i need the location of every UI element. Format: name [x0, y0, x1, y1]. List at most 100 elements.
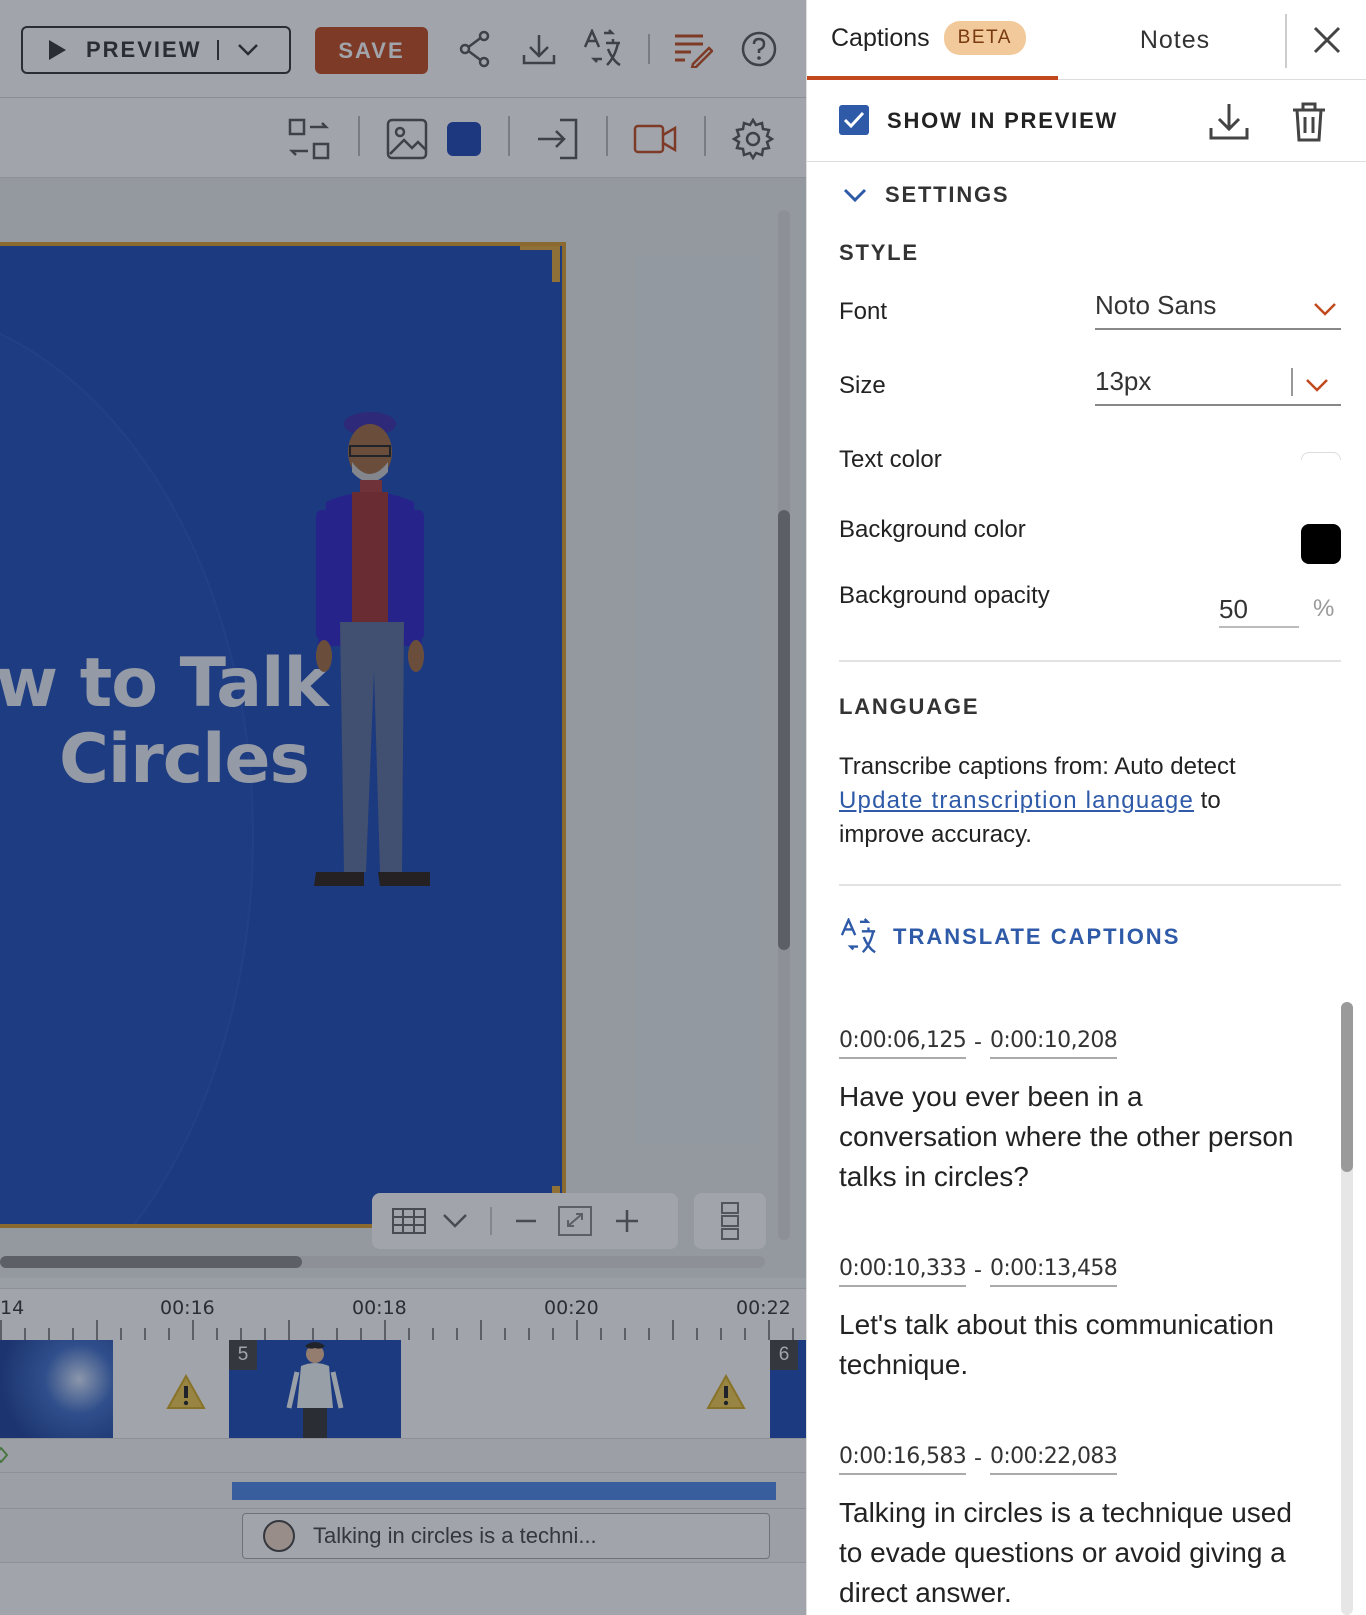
close-button[interactable]	[1305, 18, 1349, 62]
captions-panel: Captions BETA Notes SHOW IN PREVIEW SETT…	[806, 0, 1366, 1615]
download-captions-button[interactable]	[1207, 100, 1251, 144]
show-in-preview-checkbox[interactable]	[839, 105, 869, 135]
caption-text[interactable]: Have you ever been in a conversation whe…	[839, 1077, 1309, 1197]
text-color-swatch[interactable]	[1301, 452, 1341, 460]
scrollbar-thumb[interactable]	[0, 1256, 302, 1268]
tab-notes[interactable]: Notes	[1058, 0, 1292, 80]
swap-layout-icon[interactable]	[286, 116, 332, 162]
ruler-tick	[384, 1320, 386, 1340]
fit-to-screen-icon[interactable]	[558, 1206, 592, 1236]
ruler-tick	[360, 1328, 362, 1340]
chevron-down-icon[interactable]	[442, 1213, 468, 1229]
slide-canvas[interactable]: w to Talk i Circles	[0, 242, 566, 1228]
download-icon	[1209, 104, 1249, 140]
caption-end-time[interactable]: 0:00:13,458	[989, 1256, 1118, 1287]
caption-start-time[interactable]: 0:00:16,583	[839, 1444, 967, 1475]
translate-icon[interactable]	[582, 28, 624, 70]
chevron-down-icon	[1306, 379, 1328, 392]
warning-icon[interactable]	[166, 1374, 206, 1410]
camera-icon[interactable]	[632, 116, 678, 162]
canvas-area: w to Talk i Circles	[0, 178, 806, 1278]
help-icon[interactable]	[738, 28, 780, 70]
tab-captions[interactable]: Captions BETA	[807, 0, 1058, 80]
script-edit-icon[interactable]	[672, 28, 714, 70]
translate-icon	[840, 918, 876, 954]
font-label: Font	[839, 298, 888, 325]
image-icon[interactable]	[384, 116, 430, 162]
avatar	[263, 1520, 295, 1552]
animation-bar[interactable]	[232, 1482, 776, 1500]
caption-item: 0:00:16,583 - 0:00:22,083 Talking in cir…	[839, 1444, 1309, 1613]
scene-track: 5 6	[0, 1340, 806, 1438]
scene-number: 5	[229, 1340, 257, 1370]
caption-text[interactable]: Let's talk about this communication tech…	[839, 1305, 1309, 1385]
ruler-tick	[456, 1328, 458, 1340]
ruler-label: 00:22	[736, 1297, 791, 1319]
diamond-keyframe-icon[interactable]	[0, 1447, 8, 1463]
enter-icon[interactable]	[534, 116, 580, 162]
delete-captions-button[interactable]	[1287, 100, 1331, 144]
divider	[839, 884, 1341, 886]
play-icon	[49, 40, 66, 60]
update-language-link[interactable]: Update transcription language	[839, 787, 1194, 814]
zoom-controls	[372, 1193, 678, 1249]
share-icon[interactable]	[454, 28, 496, 70]
background-opacity-input[interactable]: 50	[1219, 594, 1248, 625]
download-icon[interactable]	[518, 28, 560, 70]
background-color-swatch[interactable]	[447, 122, 481, 156]
caption-start-time[interactable]: 0:00:06,125	[839, 1028, 967, 1059]
ruler-tick	[696, 1328, 698, 1340]
captions-scrollbar[interactable]	[1341, 1002, 1353, 1615]
layout-toggle[interactable]	[694, 1193, 766, 1249]
canvas-vertical-scrollbar[interactable]	[778, 210, 790, 1240]
caption-start-time[interactable]: 0:00:10,333	[839, 1256, 967, 1287]
divider	[358, 116, 360, 156]
chevron-down-icon	[1314, 303, 1336, 316]
ruler-tick	[408, 1328, 410, 1340]
settings-toggle[interactable]: SETTINGS	[843, 182, 1009, 208]
warning-icon[interactable]	[706, 1374, 746, 1410]
caption-end-time[interactable]: 0:00:22,083	[989, 1444, 1118, 1475]
transcribe-text: Transcribe captions from: Auto detect	[839, 753, 1236, 780]
scene-thumbnail[interactable]	[0, 1340, 113, 1438]
resize-handle[interactable]	[552, 246, 560, 282]
chevron-down-icon[interactable]	[237, 43, 259, 57]
ruler-tick	[288, 1320, 290, 1340]
audio-clip[interactable]: Talking in circles is a techni...	[242, 1513, 770, 1559]
audio-clip-label: Talking in circles is a techni...	[313, 1523, 597, 1548]
scene-thumbnail[interactable]: 5	[229, 1340, 401, 1438]
style-heading: STYLE	[839, 240, 919, 265]
grid-icon[interactable]	[392, 1208, 426, 1234]
divider	[839, 660, 1341, 662]
ruler-tick	[216, 1328, 218, 1340]
zoom-out-icon[interactable]	[514, 1209, 538, 1233]
size-select[interactable]: 13px	[1095, 360, 1341, 408]
scene-thumbnail[interactable]: 6	[770, 1340, 806, 1438]
language-info: Transcribe captions from: Auto detect Up…	[839, 750, 1309, 852]
font-select[interactable]: Noto Sans	[1095, 284, 1341, 332]
zoom-in-icon[interactable]	[614, 1208, 640, 1234]
scrollbar-thumb[interactable]	[778, 510, 790, 950]
show-in-preview-label: SHOW IN PREVIEW	[887, 108, 1119, 133]
top-toolbar: PREVIEW SAVE	[0, 0, 806, 98]
preview-button[interactable]: PREVIEW	[21, 26, 291, 74]
background-opacity-label: Background opacity	[839, 582, 1050, 609]
ruler-label: 00:20	[544, 1297, 599, 1319]
ruler-tick	[672, 1320, 674, 1340]
caption-text[interactable]: Talking in circles is a technique used t…	[839, 1493, 1309, 1613]
translate-captions-button[interactable]: TRANSLATE CAPTIONS	[839, 918, 1180, 956]
save-button[interactable]: SAVE	[315, 27, 428, 74]
background-color-swatch[interactable]	[1301, 524, 1341, 564]
timeline-ruler[interactable]: 14 00:16 00:18 00:20 00:22	[0, 1288, 806, 1340]
timeline-track	[0, 1438, 806, 1472]
preview-label: PREVIEW	[86, 37, 202, 62]
caption-end-time[interactable]: 0:00:10,208	[989, 1028, 1118, 1059]
field-underline	[1095, 404, 1341, 406]
canvas-toolbar	[0, 98, 806, 178]
caption-item: 0:00:10,333 - 0:00:13,458 Let's talk abo…	[839, 1256, 1309, 1385]
scrollbar-thumb[interactable]	[1341, 1002, 1353, 1172]
gear-icon[interactable]	[730, 116, 776, 162]
canvas-horizontal-scrollbar[interactable]	[0, 1256, 765, 1268]
panel-tabs: Captions BETA Notes	[807, 0, 1366, 80]
character-figure[interactable]	[314, 410, 434, 890]
